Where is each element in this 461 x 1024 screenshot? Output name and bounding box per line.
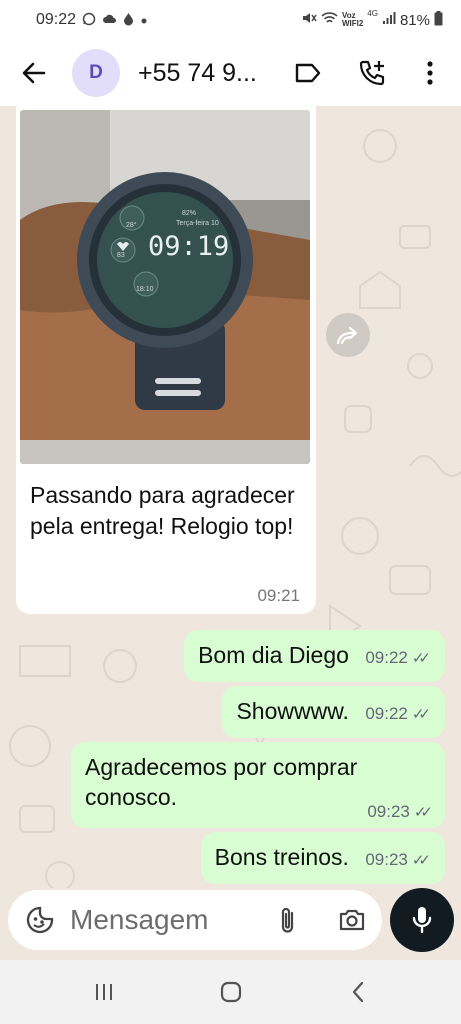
outgoing-message[interactable]: Bons treinos. 09:23 ✓✓ bbox=[200, 832, 445, 884]
message-input-pill[interactable] bbox=[8, 890, 382, 950]
dot-icon bbox=[140, 13, 148, 28]
double-check-icon: ✓✓ bbox=[411, 650, 431, 667]
message-input[interactable] bbox=[70, 904, 260, 936]
incoming-message[interactable]: 09:19 Terça-feira 10 82% 28° 83 18:10 Pa… bbox=[16, 106, 316, 614]
watch-battery: 82% bbox=[182, 210, 197, 217]
watch-sunset: 18:10 bbox=[136, 286, 154, 293]
wifi-icon bbox=[321, 11, 338, 29]
double-check-icon: ✓✓ bbox=[411, 706, 431, 723]
whatsapp-icon bbox=[82, 12, 96, 29]
avatar[interactable]: D bbox=[72, 49, 120, 97]
recents-icon[interactable] bbox=[79, 967, 129, 1017]
message-time: 09:23 bbox=[365, 850, 408, 869]
home-icon[interactable] bbox=[206, 967, 256, 1017]
system-nav-bar bbox=[0, 960, 461, 1024]
message-text: Passando para agradecer pela entrega! Re… bbox=[30, 482, 295, 539]
status-left: 09:22 bbox=[36, 11, 148, 29]
camera-icon[interactable] bbox=[330, 898, 374, 942]
attach-icon[interactable] bbox=[266, 898, 310, 942]
message-meta: 09:22 ✓✓ bbox=[365, 704, 431, 724]
watch-time: 09:19 bbox=[148, 231, 230, 262]
message-meta: 09:23 ✓✓ bbox=[367, 802, 433, 822]
battery-level: 81% bbox=[399, 11, 430, 29]
mute-icon bbox=[301, 11, 317, 29]
message-time: 09:22 bbox=[365, 648, 408, 667]
more-vert-icon[interactable] bbox=[410, 53, 450, 93]
message-time: 09:23 bbox=[367, 802, 410, 821]
message-meta: 09:23 ✓✓ bbox=[365, 850, 431, 870]
battery-icon bbox=[434, 10, 443, 30]
back-icon[interactable] bbox=[333, 967, 383, 1017]
composer bbox=[0, 888, 461, 960]
status-time: 09:22 bbox=[36, 11, 77, 28]
outgoing-message[interactable]: Agradecemos por comprar conosco. 09:23 ✓… bbox=[71, 742, 445, 828]
cloud-icon bbox=[102, 13, 117, 28]
status-bar: 09:22 Voz WIFI2 4G 81% bbox=[0, 0, 461, 40]
chat-area[interactable]: 09:19 Terça-feira 10 82% 28° 83 18:10 Pa… bbox=[0, 106, 461, 888]
signal-icon bbox=[382, 11, 396, 29]
watch-photo[interactable]: 09:19 Terça-feira 10 82% 28° 83 18:10 bbox=[20, 110, 310, 464]
message-meta: 09:22 ✓✓ bbox=[365, 648, 431, 668]
message-text: Bom dia Diego bbox=[198, 642, 349, 668]
watch-heart: 83 bbox=[117, 252, 125, 259]
message-time: 09:21 bbox=[257, 586, 300, 605]
contact-name[interactable]: +55 74 9... bbox=[138, 59, 278, 88]
message-text: Showwww. bbox=[236, 698, 349, 724]
drop-icon bbox=[123, 12, 134, 29]
back-arrow-icon[interactable] bbox=[14, 53, 54, 93]
forward-icon[interactable] bbox=[326, 313, 370, 357]
watch-date: Terça-feira 10 bbox=[176, 220, 219, 227]
outgoing-message[interactable]: Bom dia Diego 09:22 ✓✓ bbox=[184, 630, 445, 682]
emoji-icon[interactable] bbox=[18, 898, 62, 942]
status-right: Voz WIFI2 4G 81% bbox=[301, 8, 443, 30]
network-sub-label: WIFI2 bbox=[341, 19, 364, 28]
message-text: Bons treinos. bbox=[214, 844, 349, 870]
mic-icon[interactable] bbox=[390, 888, 454, 952]
double-check-icon: ✓✓ bbox=[413, 804, 433, 821]
label-icon[interactable] bbox=[288, 53, 328, 93]
watch-temp: 28° bbox=[126, 222, 137, 229]
add-call-icon[interactable] bbox=[352, 53, 392, 93]
voz-label: Voz WIFI2 bbox=[342, 12, 363, 28]
signal-type: 4G bbox=[367, 8, 378, 18]
message-time: 09:22 bbox=[365, 704, 408, 723]
double-check-icon: ✓✓ bbox=[411, 852, 431, 869]
chat-header: D +55 74 9... bbox=[0, 40, 461, 106]
outgoing-message[interactable]: Showwww. 09:22 ✓✓ bbox=[222, 686, 445, 738]
